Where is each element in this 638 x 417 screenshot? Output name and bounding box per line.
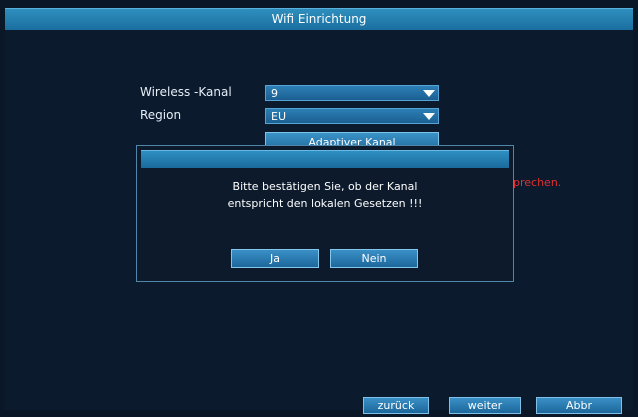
region-select-value: EU — [271, 110, 287, 123]
window-title: Wifi Einrichtung — [5, 8, 633, 31]
region-select[interactable]: EU — [265, 108, 439, 124]
warning-text: prechen. — [513, 176, 562, 189]
wifi-setup-window: Wifi Einrichtung Wireless -Kanal 9 Regio… — [0, 0, 638, 417]
no-button[interactable]: Nein — [330, 249, 418, 268]
confirm-dialog: Bitte bestätigen Sie, ob der Kanal entsp… — [136, 145, 514, 282]
chevron-down-icon — [423, 90, 435, 97]
chevron-down-icon — [423, 113, 435, 120]
cancel-button[interactable]: Abbr — [536, 397, 622, 414]
dialog-header-bar — [141, 150, 509, 168]
channel-select-value: 9 — [271, 87, 278, 100]
region-label: Region — [140, 108, 182, 122]
channel-select[interactable]: 9 — [265, 85, 439, 101]
dialog-message-line1: Bitte bestätigen Sie, ob der Kanal — [232, 180, 418, 193]
dialog-message: Bitte bestätigen Sie, ob der Kanal entsp… — [137, 178, 513, 212]
dialog-message-line2: entspricht den lokalen Gesetzen !!! — [227, 197, 423, 210]
yes-button[interactable]: Ja — [231, 249, 319, 268]
next-button[interactable]: weiter — [449, 397, 521, 414]
back-button[interactable]: zurück — [363, 397, 429, 414]
channel-label: Wireless -Kanal — [140, 85, 232, 99]
